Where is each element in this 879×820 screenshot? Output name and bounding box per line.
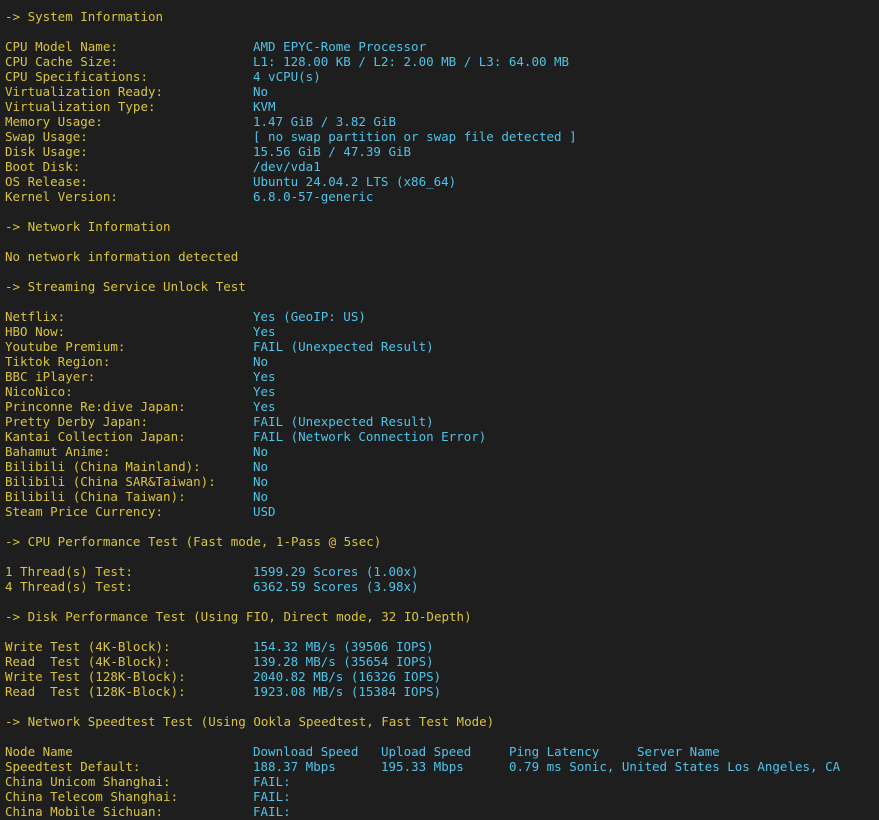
disk-rows: Write Test (4K-Block): 154.32 MB/s (39506…	[5, 639, 840, 699]
speedtest-row-telecom: China Telecom Shanghai: FAIL:	[5, 789, 291, 804]
speedtest-row-unicom: China Unicom Shanghai: FAIL:	[5, 774, 291, 789]
row-cpu-model: CPU Model Name: AMD EPYC-Rome Processor	[5, 39, 427, 54]
row-disk-write-4k: Write Test (4K-Block): 154.32 MB/s (39506…	[5, 639, 434, 654]
col-download: Download Speed	[253, 744, 359, 759]
row-bilibili-sar: Bilibili (China SAR&Taiwan): No	[5, 474, 269, 489]
row-disk-read-4k: Read Test (4K-Block): 139.28 MB/s (35654 …	[5, 654, 434, 669]
row-boot-disk: Boot Disk:/dev/vda1	[5, 159, 321, 174]
row-netflix: Netflix: Yes (GeoIP: US)	[5, 309, 366, 324]
row-hbo: HBO Now: Yes	[5, 324, 276, 339]
row-kantai: Kantai Collection Japan: FAIL (Network Co…	[5, 429, 487, 444]
disk-heading: -> Disk Performance Test (Using FIO, Dir…	[5, 609, 472, 624]
network-info-message: No network information detected	[5, 249, 239, 264]
row-memory: Memory Usage: 1.47 GiB / 3.82 GiB	[5, 114, 396, 129]
terminal-output: -> System Information CPU Model Name: AMD…	[5, 9, 840, 819]
speedtest-row-default: Speedtest Default: 188.37 Mbps 195.33 Mbps…	[5, 759, 841, 774]
streaming-heading: -> Streaming Service Unlock Test	[5, 279, 246, 294]
row-bahamut: Bahamut Anime: No	[5, 444, 269, 459]
row-disk: Disk Usage: 15.56 GiB / 47.39 GiB	[5, 144, 412, 159]
row-disk-write-128k: Write Test (128K-Block): 2040.82 MB/s (16…	[5, 669, 442, 684]
row-youtube: Youtube Premium: FAIL (Unexpected Result)	[5, 339, 434, 354]
speedtest-heading: -> Network Speedtest Test (Using Ookla S…	[5, 714, 495, 729]
col-node-name: Node Name	[5, 744, 73, 759]
network-info-heading: -> Network Information	[5, 219, 171, 234]
row-niconico: NicoNico: Yes	[5, 384, 276, 399]
row-cpu-specs: CPU Specifications: 4 vCPU(s)	[5, 69, 321, 84]
row-steam: Steam Price Currency: USD	[5, 504, 276, 519]
row-os-release: OS Release: Ubuntu 24.04.2 LTS (x86_64)	[5, 174, 457, 189]
col-ping: Ping Latency	[509, 744, 600, 759]
col-server: Server Name	[637, 744, 720, 759]
cpu-heading: -> CPU Performance Test (Fast mode, 1-Pa…	[5, 534, 382, 549]
row-cpu-4thread: 4 Thread(s) Test: 6362.59 Scores (3.98x)	[5, 579, 419, 594]
system-info-rows: CPU Model Name: AMD EPYC-Rome Processor C…	[5, 39, 840, 204]
speedtest-column-headers: Node Name Download Speed Upload Speed Ping …	[5, 744, 840, 759]
row-princonne: Princonne Re:dive Japan: Yes	[5, 399, 276, 414]
row-bilibili-taiwan: Bilibili (China Taiwan): No	[5, 489, 269, 504]
row-tiktok: Tiktok Region: No	[5, 354, 269, 369]
row-virt-type: Virtualization Type: KVM	[5, 99, 276, 114]
row-kernel: Kernel Version: 6.8.0-57-generic	[5, 189, 374, 204]
cpu-rows: 1 Thread(s) Test: 1599.29 Scores (1.00x) …	[5, 564, 840, 594]
row-pretty-derby: Pretty Derby Japan: FAIL (Unexpected Resu…	[5, 414, 434, 429]
col-upload: Upload Speed	[381, 744, 472, 759]
speedtest-row-mobile: China Mobile Sichuan: FAIL:	[5, 804, 291, 819]
row-bbc: BBC iPlayer: Yes	[5, 369, 276, 384]
row-virt-ready: Virtualization Ready: No	[5, 84, 269, 99]
streaming-rows: Netflix: Yes (GeoIP: US) HBO Now: Yes Yout…	[5, 309, 840, 519]
system-info-heading: -> System Information	[5, 9, 164, 24]
row-bilibili-mainland: Bilibili (China Mainland): No	[5, 459, 269, 474]
row-cpu-1thread: 1 Thread(s) Test: 1599.29 Scores (1.00x)	[5, 564, 419, 579]
row-swap: Swap Usage:[ no swap partition or swap f…	[5, 129, 577, 144]
row-disk-read-128k: Read Test (128K-Block): 1923.08 MB/s (153…	[5, 684, 442, 699]
row-cpu-cache: CPU Cache Size: L1: 128.00 KB / L2: 2.00 …	[5, 54, 570, 69]
